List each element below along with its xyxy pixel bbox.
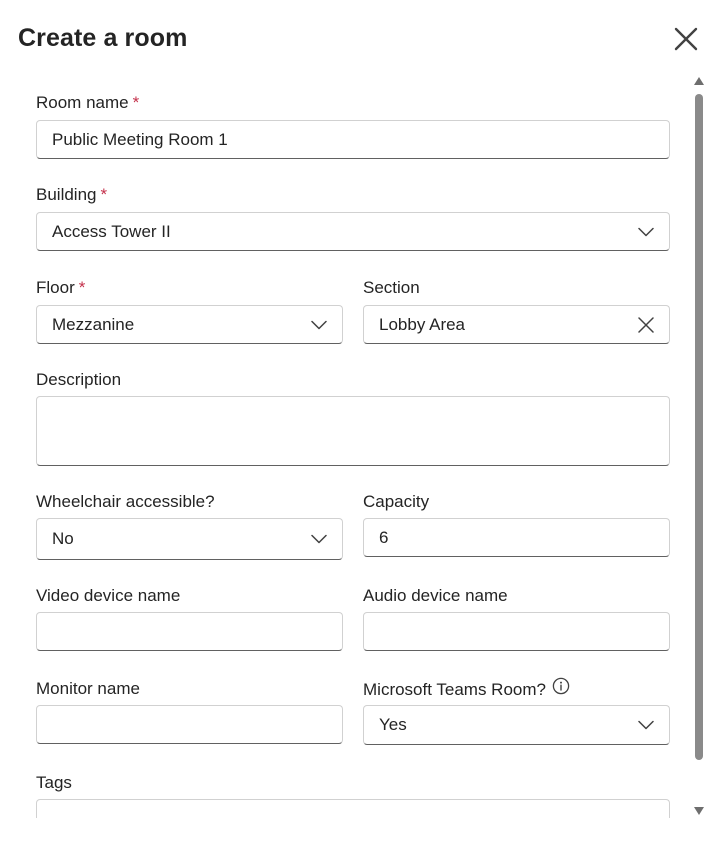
audio-device-input[interactable] <box>363 612 670 651</box>
wheelchair-dropdown[interactable]: No <box>36 518 343 560</box>
vertical-scrollbar[interactable] <box>692 74 706 818</box>
description-label: Description <box>36 370 122 389</box>
room-name-label: Room name * <box>36 93 139 113</box>
scroll-up-arrow-icon <box>694 77 704 85</box>
floor-label-text: Floor <box>36 278 75 297</box>
teams-room-label-text: Microsoft Teams Room? <box>363 679 546 699</box>
clear-icon <box>638 316 654 333</box>
wheelchair-value: No <box>52 529 74 548</box>
tags-label: Tags <box>36 773 72 792</box>
capacity-input[interactable]: 6 <box>363 518 670 557</box>
tags-input[interactable] <box>36 799 670 818</box>
scroll-thumb[interactable] <box>695 94 703 760</box>
floor-dropdown[interactable]: Mezzanine <box>36 305 343 344</box>
close-icon <box>674 27 698 51</box>
building-value: Access Tower II <box>52 221 171 241</box>
teams-room-dropdown[interactable]: Yes <box>363 705 670 745</box>
form-scroll-area: Room name * Public Meeting Room 1 Buildin… <box>0 78 690 818</box>
chevron-down-icon <box>623 706 669 744</box>
floor-value: Mezzanine <box>52 314 135 334</box>
description-textarea[interactable] <box>36 396 670 466</box>
dialog-title: Create a room <box>18 24 188 52</box>
section-label: Section <box>363 278 420 297</box>
room-name-input[interactable]: Public Meeting Room 1 <box>36 120 670 159</box>
section-input[interactable]: Lobby Area <box>363 305 670 344</box>
scroll-down-button[interactable] <box>692 804 706 818</box>
required-marker: * <box>78 278 86 297</box>
monitor-input[interactable] <box>36 705 343 744</box>
close-button[interactable] <box>670 23 702 55</box>
monitor-label: Monitor name <box>36 679 140 698</box>
scroll-down-arrow-icon <box>694 807 704 815</box>
capacity-label: Capacity <box>363 492 430 511</box>
chevron-down-icon <box>623 213 669 250</box>
building-dropdown[interactable]: Access Tower II <box>36 212 670 251</box>
required-marker: * <box>100 185 108 204</box>
required-marker: * <box>132 93 140 112</box>
room-name-value: Public Meeting Room 1 <box>52 129 228 149</box>
chevron-down-icon <box>296 306 342 343</box>
audio-device-label: Audio device name <box>363 586 508 605</box>
scroll-up-button[interactable] <box>692 74 706 88</box>
teams-room-value: Yes <box>379 715 407 734</box>
video-device-label: Video device name <box>36 586 181 605</box>
clear-button[interactable] <box>623 306 669 343</box>
chevron-down-icon <box>296 519 342 559</box>
section-value: Lobby Area <box>379 314 466 334</box>
teams-room-label: Microsoft Teams Room? <box>363 677 570 702</box>
video-device-input[interactable] <box>36 612 343 651</box>
floor-label: Floor * <box>36 278 85 298</box>
room-name-label-text: Room name <box>36 93 129 112</box>
building-label-text: Building <box>36 185 97 204</box>
building-label: Building * <box>36 185 107 205</box>
wheelchair-label: Wheelchair accessible? <box>36 492 215 511</box>
create-room-dialog: Create a room Room name * Public Meeting … <box>0 0 727 843</box>
capacity-value: 6 <box>379 527 389 547</box>
info-icon[interactable] <box>552 677 570 700</box>
